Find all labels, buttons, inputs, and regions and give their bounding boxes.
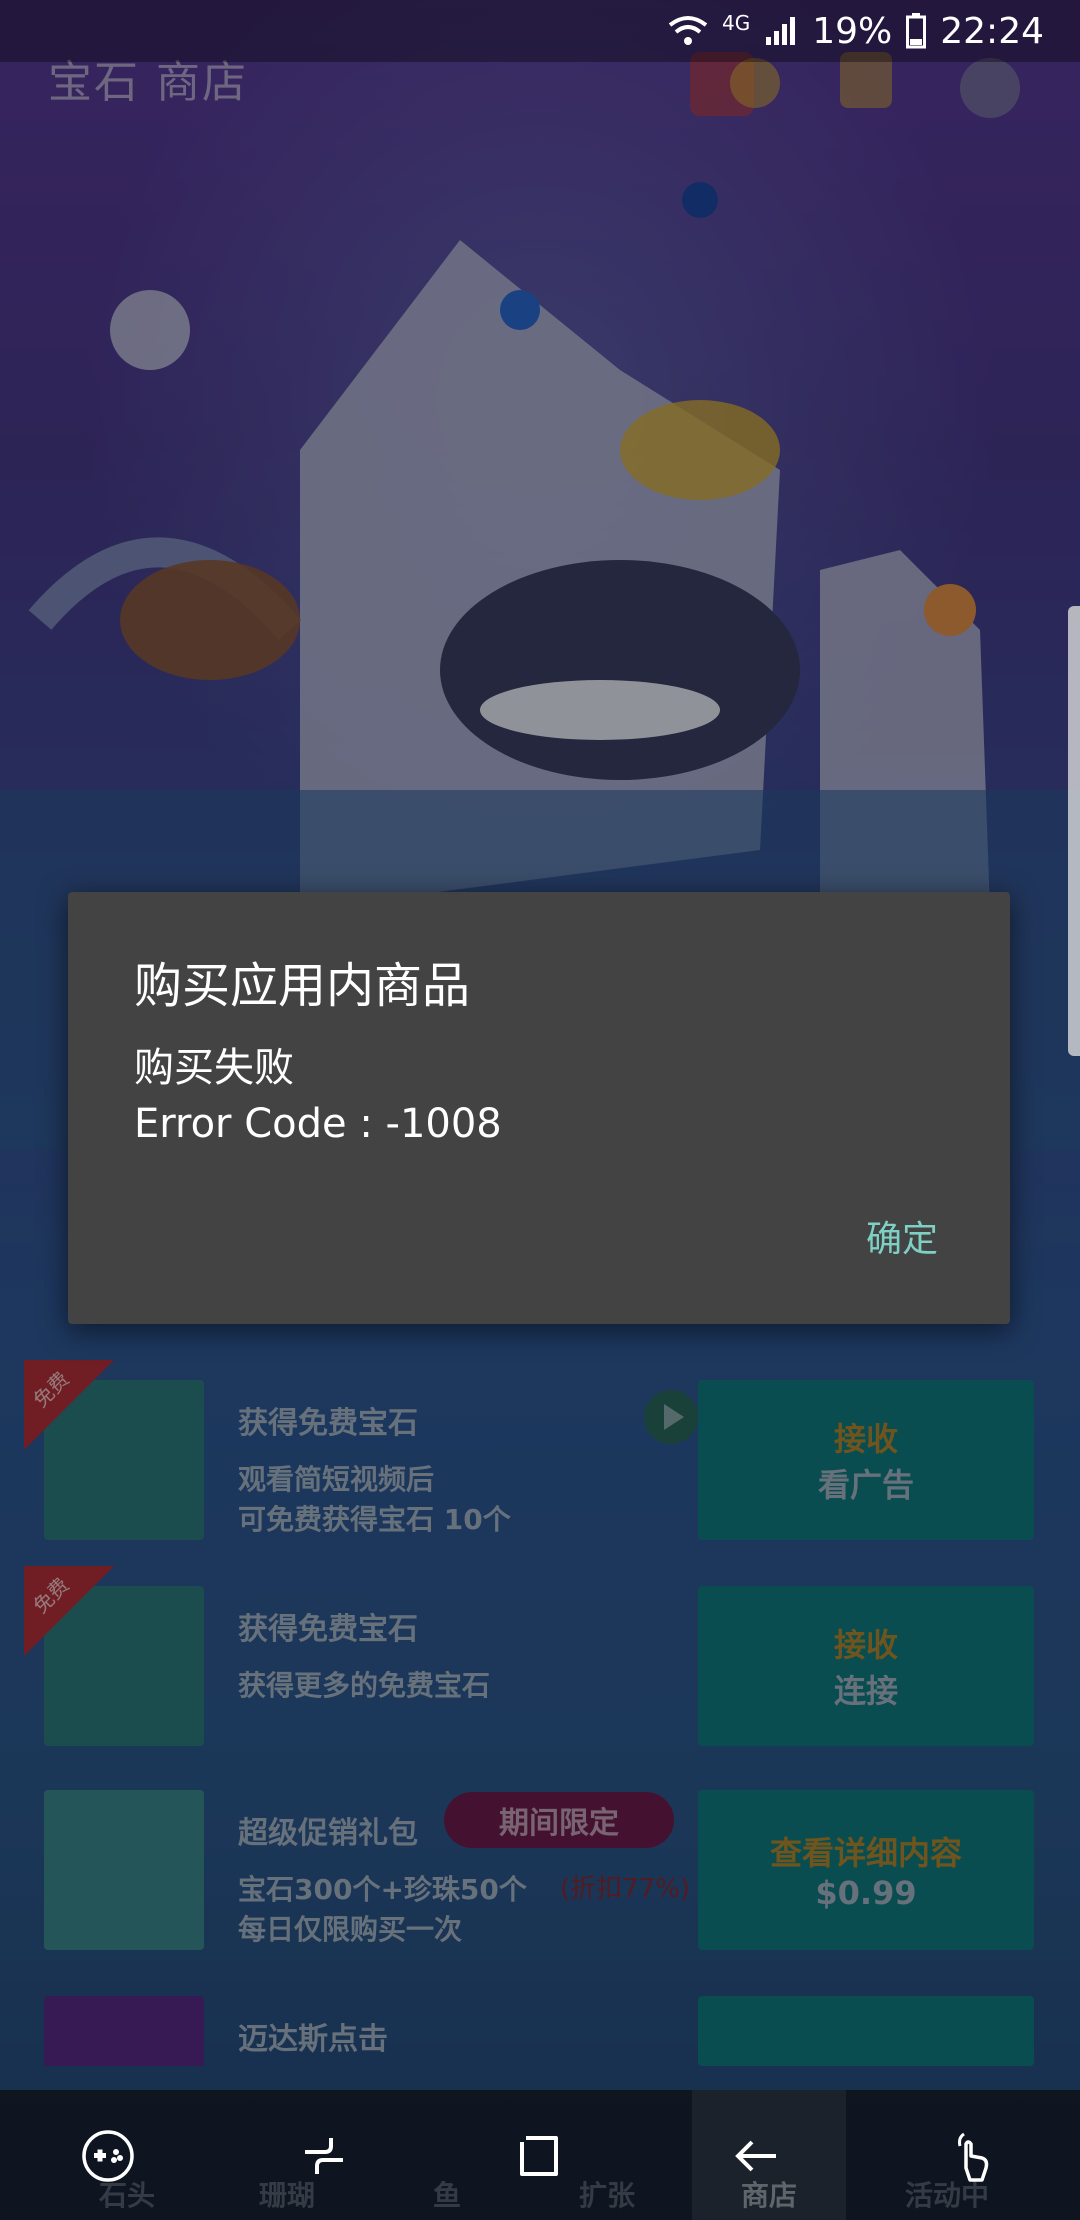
dialog-message: 购买失败 Error Code : -1008 bbox=[134, 1040, 502, 1152]
touch-icon[interactable] bbox=[932, 2116, 1012, 2196]
home-icon[interactable] bbox=[500, 2116, 580, 2196]
network-type: 4G bbox=[722, 11, 751, 35]
edge-panel-handle[interactable] bbox=[1068, 606, 1080, 1056]
battery-percent: 19% bbox=[812, 10, 893, 52]
battery-icon bbox=[906, 13, 927, 49]
signal-icon bbox=[764, 15, 798, 47]
wifi-icon bbox=[668, 15, 708, 47]
back-icon[interactable] bbox=[716, 2116, 796, 2196]
purchase-error-dialog: 购买应用内商品 购买失败 Error Code : -1008 确定 bbox=[68, 892, 1010, 1324]
dialog-title: 购买应用内商品 bbox=[134, 958, 471, 1014]
dialog-message-line: 购买失败 bbox=[134, 1045, 294, 1091]
ok-button[interactable]: 确定 bbox=[866, 1210, 938, 1262]
gamepad-icon[interactable] bbox=[68, 2116, 148, 2196]
status-bar: 4G 19% 22:24 bbox=[0, 0, 1080, 62]
system-nav-bar bbox=[0, 2092, 1080, 2220]
recent-apps-icon[interactable] bbox=[284, 2116, 364, 2196]
clock: 22:24 bbox=[940, 10, 1044, 52]
error-code: Error Code : -1008 bbox=[134, 1101, 502, 1147]
